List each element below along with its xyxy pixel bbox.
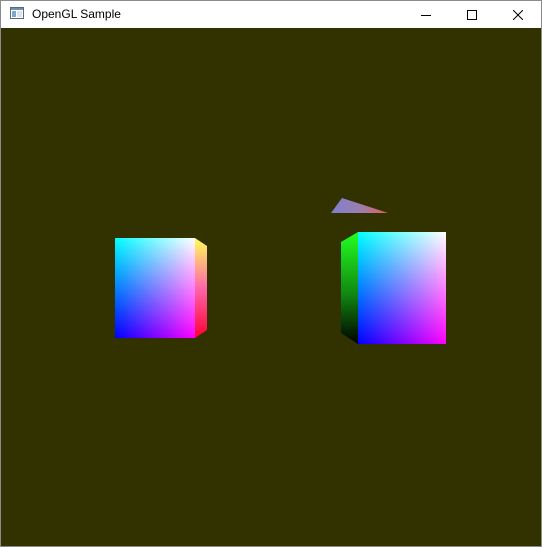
close-icon xyxy=(513,9,523,20)
close-button[interactable] xyxy=(495,1,541,28)
right-cube xyxy=(341,232,446,344)
minimize-icon xyxy=(421,14,431,16)
triangle xyxy=(331,198,388,213)
maximize-icon xyxy=(467,9,477,20)
opengl-viewport[interactable] xyxy=(1,28,541,546)
maximize-button[interactable] xyxy=(449,1,495,28)
minimize-button[interactable] xyxy=(403,1,449,28)
scene-canvas xyxy=(115,198,446,344)
title-bar[interactable]: OpenGL Sample xyxy=(1,1,541,28)
window-title: OpenGL Sample xyxy=(32,7,121,21)
left-cube xyxy=(115,238,207,338)
app-window-icon xyxy=(10,7,24,19)
app-window: OpenGL Sample xyxy=(0,0,542,547)
